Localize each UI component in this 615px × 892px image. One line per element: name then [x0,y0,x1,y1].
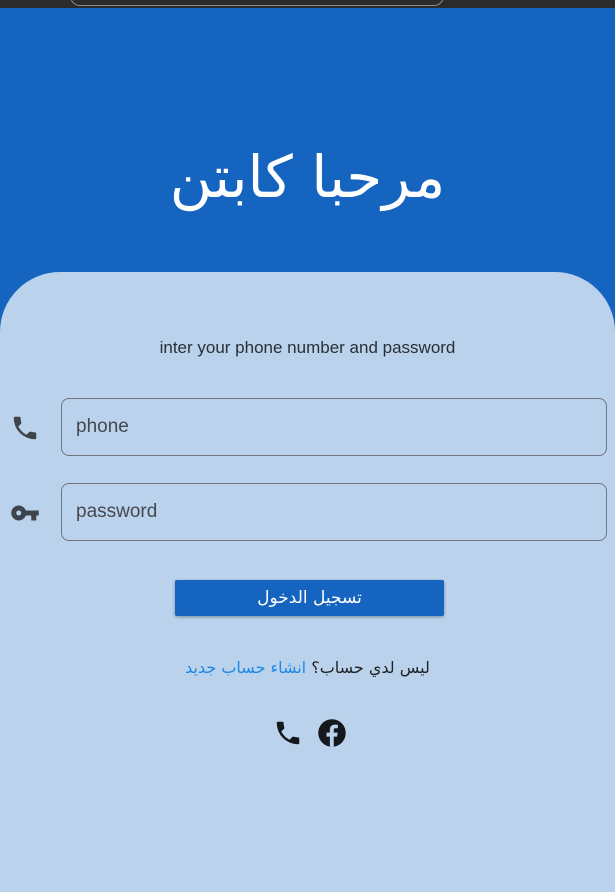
phone-icon[interactable] [273,718,303,748]
header: مرحبا كابتن [0,8,615,308]
login-screen: مرحبا كابتن inter your phone number and … [0,0,615,892]
social-links [273,718,347,748]
signup-line: ليس لدي حساب؟ انشاء حساب جديد [0,658,615,677]
form-subtitle: inter your phone number and password [159,338,456,357]
password-row [0,483,615,543]
status-bar [0,0,615,8]
phone-icon [10,413,40,443]
address-bar[interactable] [70,0,444,6]
signup-link[interactable]: انشاء حساب جديد [185,658,306,677]
page-title: مرحبا كابتن [169,143,446,211]
phone-row [0,398,615,458]
login-panel: inter your phone number and password تسج… [0,272,615,892]
login-button[interactable]: تسجيل الدخول [175,580,444,616]
facebook-icon[interactable] [317,718,347,748]
password-input[interactable] [61,483,607,541]
phone-input[interactable] [61,398,607,456]
signup-prompt: ليس لدي حساب؟ [311,658,430,677]
key-icon [10,498,40,528]
